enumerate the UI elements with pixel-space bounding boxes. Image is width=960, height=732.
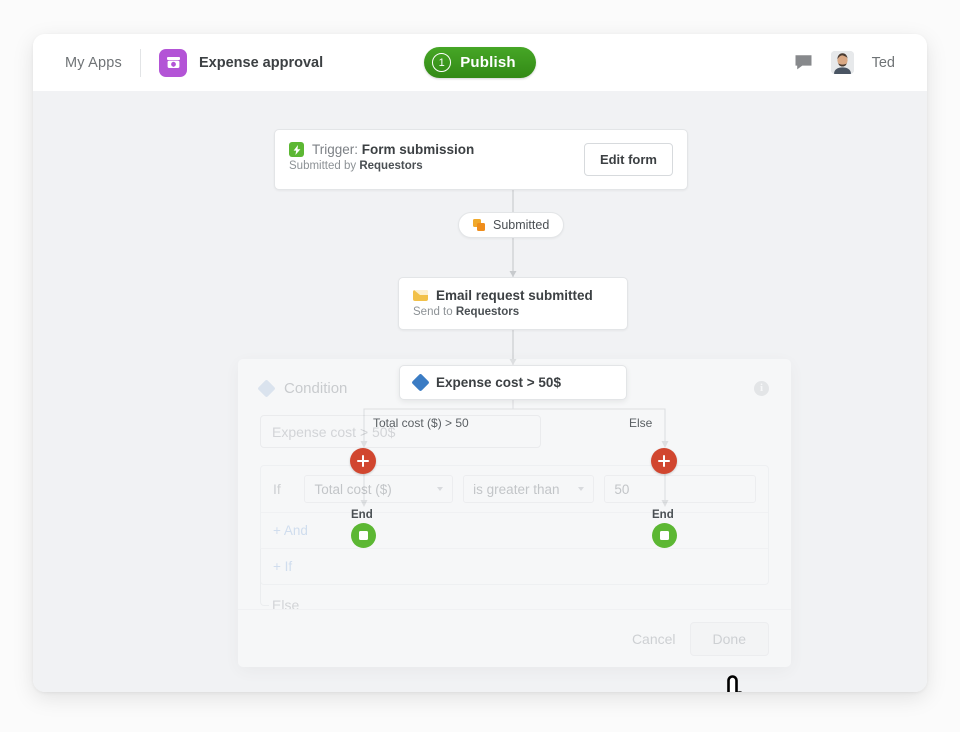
trigger-prefix-label: Trigger: Form submission <box>312 142 474 157</box>
condition-dialog-footer: Cancel Done <box>238 609 791 667</box>
my-apps-link[interactable]: My Apps <box>65 55 122 71</box>
if-label: If <box>273 481 281 497</box>
condition-rule-row: If Total cost ($) is greater than 50 <box>261 466 768 512</box>
edit-form-button[interactable]: Edit form <box>583 143 673 176</box>
header-left-group: My Apps Expense approval <box>33 48 324 77</box>
add-and-button[interactable]: + And <box>261 512 768 548</box>
end-label-false-branch: End <box>652 509 674 521</box>
chevron-down-icon <box>437 487 444 491</box>
chevron-down-icon <box>578 487 585 491</box>
diamond-icon <box>257 378 276 398</box>
header-right-group: Ted <box>794 51 927 74</box>
avatar[interactable] <box>830 51 854 74</box>
rule-operator-value: is greater than <box>473 481 560 497</box>
app-window: My Apps Expense approval 1 Publish Ted T… <box>33 34 927 692</box>
publish-count-badge: 1 <box>432 53 452 72</box>
add-step-button-false-branch[interactable] <box>651 448 677 474</box>
condition-dialog-title: Condition <box>284 379 348 397</box>
submitted-status-pill[interactable]: Submitted <box>458 212 565 238</box>
trigger-subtitle: Submitted by Requestors <box>289 160 584 172</box>
email-sub-value: Requestors <box>455 306 520 318</box>
diamond-icon <box>411 373 430 392</box>
email-subtitle: Send to Requestors <box>413 306 613 318</box>
email-title: Email request submitted <box>436 288 593 303</box>
lightning-bolt-icon <box>289 142 304 157</box>
add-if-button[interactable]: + If <box>261 548 768 584</box>
rule-field-select[interactable]: Total cost ($) <box>304 475 454 503</box>
end-node-true-branch[interactable] <box>351 523 376 548</box>
cancel-button[interactable]: Cancel <box>632 631 676 647</box>
trigger-sub-value: Requestors <box>359 160 423 172</box>
info-icon[interactable]: i <box>754 380 769 396</box>
submitted-pill-label: Submitted <box>493 218 550 232</box>
trigger-title-row: Trigger: Form submission <box>289 142 584 157</box>
end-node-false-branch[interactable] <box>652 523 677 548</box>
publish-label: Publish <box>460 54 516 71</box>
branch-false-label: Else <box>629 416 653 430</box>
branch-true-label: Total cost ($) > 50 <box>373 416 469 430</box>
email-sub-prefix: Send to <box>413 306 456 318</box>
condition-rule-block: If Total cost ($) is greater than 50 + A… <box>260 465 769 585</box>
email-action-node[interactable]: Email request submitted Send to Requesto… <box>398 277 628 330</box>
chat-bubble-icon[interactable] <box>794 54 813 71</box>
envelope-icon <box>413 290 428 301</box>
stop-square-icon <box>359 531 368 540</box>
trigger-prefix: Trigger: <box>312 142 362 157</box>
condition-node[interactable]: Expense cost > 50$ <box>399 365 627 400</box>
trigger-node[interactable]: Trigger: Form submission Submitted by Re… <box>274 129 688 190</box>
rule-value-input[interactable]: 50 <box>604 475 756 503</box>
workflow-canvas[interactable]: Trigger: Form submission Submitted by Re… <box>33 91 927 692</box>
stop-square-icon <box>660 531 669 540</box>
rule-operator-select[interactable]: is greater than <box>463 475 595 503</box>
rule-field-value: Total cost ($) <box>314 481 392 497</box>
condition-node-label: Expense cost > 50$ <box>436 375 561 390</box>
email-title-row: Email request submitted <box>413 288 613 303</box>
trigger-title: Form submission <box>361 142 475 157</box>
header-divider <box>140 48 142 77</box>
end-label-true-branch: End <box>351 509 373 521</box>
app-header: My Apps Expense approval 1 Publish Ted <box>33 34 927 91</box>
trigger-text: Trigger: Form submission Submitted by Re… <box>289 142 584 172</box>
add-step-button-true-branch[interactable] <box>350 448 376 474</box>
done-button[interactable]: Done <box>689 621 769 656</box>
page-title: Expense approval <box>199 54 324 71</box>
condition-dialog[interactable]: Condition i Expense cost > 50$ If Total … <box>238 359 791 667</box>
publish-button[interactable]: 1 Publish <box>424 47 536 78</box>
money-box-icon <box>159 48 188 77</box>
user-name: Ted <box>871 54 895 71</box>
trigger-sub-prefix: Submitted by <box>289 160 360 172</box>
copy-icon <box>473 218 486 232</box>
